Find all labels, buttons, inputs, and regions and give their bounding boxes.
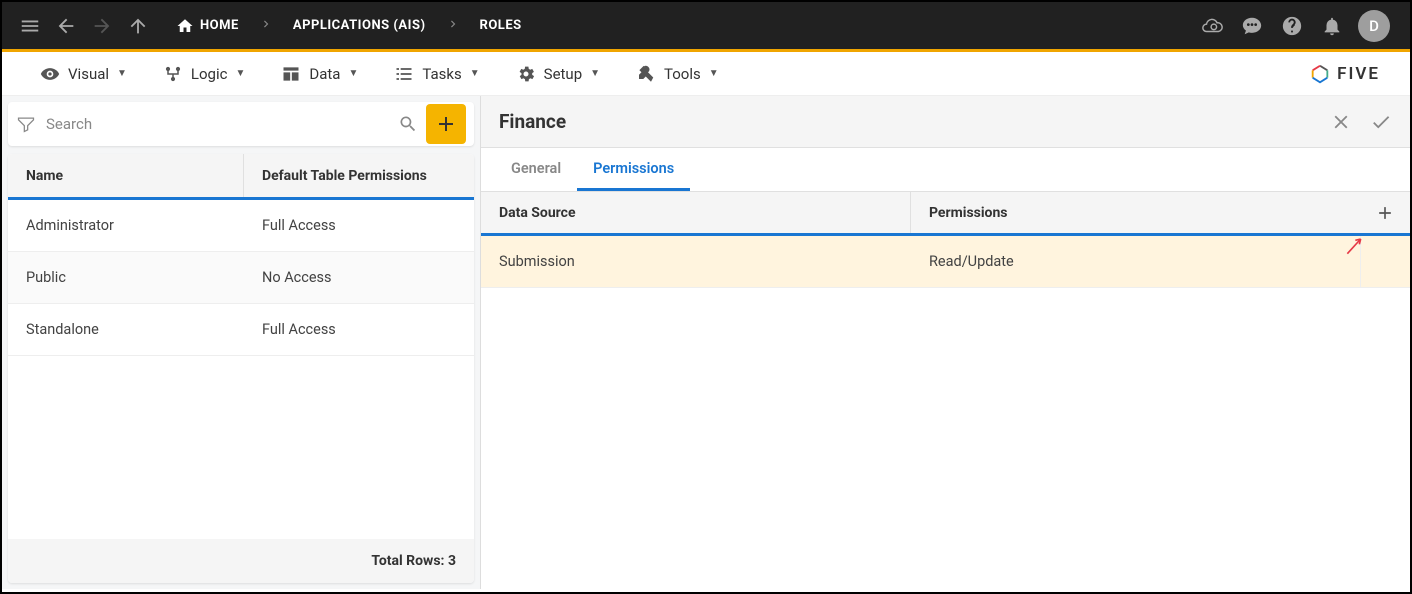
- menu-logic-label: Logic: [191, 65, 228, 83]
- col-name[interactable]: Name: [8, 154, 244, 197]
- dcol-data-source[interactable]: Data Source: [481, 192, 911, 233]
- menu-data[interactable]: Data ▼: [263, 52, 376, 95]
- tools-icon: [636, 64, 656, 84]
- chat-icon[interactable]: [1238, 12, 1266, 40]
- brand-logo: FIVE: [1309, 63, 1390, 85]
- breadcrumb: HOME APPLICATIONS (AIS) ROLES: [168, 17, 530, 35]
- plus-icon: [1375, 203, 1395, 223]
- avatar[interactable]: D: [1358, 10, 1390, 42]
- dcol-permissions[interactable]: Permissions: [911, 192, 1360, 233]
- forward-icon: [84, 8, 120, 44]
- caret-down-icon: ▼: [590, 68, 600, 79]
- menu-tasks[interactable]: Tasks ▼: [376, 52, 497, 95]
- up-icon[interactable]: [120, 8, 156, 44]
- search-icon[interactable]: [398, 114, 418, 134]
- detail-title: Finance: [499, 110, 566, 133]
- menu-bar: Visual ▼ Logic ▼ Data ▼ Tasks ▼ Setup ▼ …: [2, 52, 1410, 96]
- dcell-permissions: Read/Update: [911, 236, 1360, 287]
- menu-data-label: Data: [309, 65, 340, 83]
- caret-down-icon: ▼: [348, 68, 358, 79]
- caret-down-icon: ▼: [470, 68, 480, 79]
- table-row[interactable]: Public No Access: [8, 252, 474, 304]
- cell-name: Administrator: [8, 200, 244, 251]
- footer-count: 3: [448, 553, 456, 569]
- cell-name: Standalone: [8, 304, 244, 355]
- tab-general[interactable]: General: [495, 148, 577, 191]
- left-panel: Name Default Table Permissions Administr…: [2, 96, 480, 589]
- menu-setup-label: Setup: [544, 65, 582, 83]
- cell-permissions: Full Access: [244, 304, 474, 355]
- right-panel: Finance General Permissions Data Source …: [480, 96, 1410, 589]
- detail-header: Finance: [481, 96, 1410, 148]
- breadcrumb-home-label: HOME: [200, 18, 239, 33]
- detail-body: Submission Read/Update: [481, 236, 1410, 288]
- menu-visual-label: Visual: [68, 65, 109, 83]
- logic-icon: [163, 64, 183, 84]
- cloud-icon[interactable]: [1198, 12, 1226, 40]
- breadcrumb-roles[interactable]: ROLES: [472, 18, 530, 33]
- dcell-data-source: Submission: [481, 236, 911, 287]
- tab-permissions-label: Permissions: [593, 160, 674, 177]
- search-bar: [8, 102, 474, 146]
- table-row[interactable]: Administrator Full Access: [8, 200, 474, 252]
- breadcrumb-applications-label: APPLICATIONS (AIS): [293, 18, 426, 33]
- breadcrumb-roles-label: ROLES: [480, 18, 522, 33]
- menu-visual[interactable]: Visual ▼: [22, 52, 145, 95]
- avatar-letter: D: [1369, 17, 1379, 35]
- dcell-spacer: [1360, 236, 1410, 287]
- bell-icon[interactable]: [1318, 12, 1346, 40]
- gear-icon: [516, 64, 536, 84]
- eye-icon: [40, 64, 60, 84]
- tasks-icon: [394, 64, 414, 84]
- table-body: Administrator Full Access Public No Acce…: [8, 200, 474, 539]
- top-header: HOME APPLICATIONS (AIS) ROLES D: [2, 2, 1410, 52]
- tabs: General Permissions: [481, 148, 1410, 192]
- cell-permissions: Full Access: [244, 200, 474, 251]
- filter-icon[interactable]: [16, 114, 36, 134]
- close-icon[interactable]: [1330, 111, 1352, 133]
- menu-tools[interactable]: Tools ▼: [618, 52, 737, 95]
- footer-label: Total Rows:: [371, 553, 444, 569]
- menu-logic[interactable]: Logic ▼: [145, 52, 263, 95]
- search-input[interactable]: [36, 115, 398, 133]
- brand-text: FIVE: [1337, 64, 1380, 84]
- add-button[interactable]: [426, 104, 466, 144]
- breadcrumb-home[interactable]: HOME: [168, 17, 247, 35]
- cell-permissions: No Access: [244, 252, 474, 303]
- table-row[interactable]: Standalone Full Access: [8, 304, 474, 356]
- chevron-right-icon: [251, 17, 281, 35]
- plus-icon: [434, 112, 458, 136]
- detail-row[interactable]: Submission Read/Update: [481, 236, 1410, 288]
- header-right: D: [1198, 10, 1400, 42]
- cell-name: Public: [8, 252, 244, 303]
- check-icon[interactable]: [1370, 111, 1392, 133]
- detail-actions: [1330, 111, 1392, 133]
- menu-tasks-label: Tasks: [422, 65, 461, 83]
- menu-icon[interactable]: [12, 8, 48, 44]
- brand-icon: [1309, 63, 1331, 85]
- caret-down-icon: ▼: [235, 68, 245, 79]
- menu-setup[interactable]: Setup ▼: [498, 52, 618, 95]
- roles-table: Name Default Table Permissions Administr…: [8, 154, 474, 583]
- table-footer: Total Rows: 3: [8, 539, 474, 583]
- table-header: Name Default Table Permissions: [8, 154, 474, 200]
- main-content: Name Default Table Permissions Administr…: [2, 96, 1410, 589]
- breadcrumb-applications[interactable]: APPLICATIONS (AIS): [285, 18, 434, 33]
- table-icon: [281, 64, 301, 84]
- col-permissions[interactable]: Default Table Permissions: [244, 154, 474, 197]
- caret-down-icon: ▼: [709, 68, 719, 79]
- add-permission-button[interactable]: [1360, 192, 1410, 233]
- menu-tools-label: Tools: [664, 65, 701, 83]
- help-icon[interactable]: [1278, 12, 1306, 40]
- tab-general-label: General: [511, 160, 561, 177]
- home-icon: [176, 17, 194, 35]
- back-icon[interactable]: [48, 8, 84, 44]
- chevron-right-icon: [438, 17, 468, 35]
- caret-down-icon: ▼: [117, 68, 127, 79]
- tab-permissions[interactable]: Permissions: [577, 148, 690, 191]
- detail-table-header: Data Source Permissions: [481, 192, 1410, 236]
